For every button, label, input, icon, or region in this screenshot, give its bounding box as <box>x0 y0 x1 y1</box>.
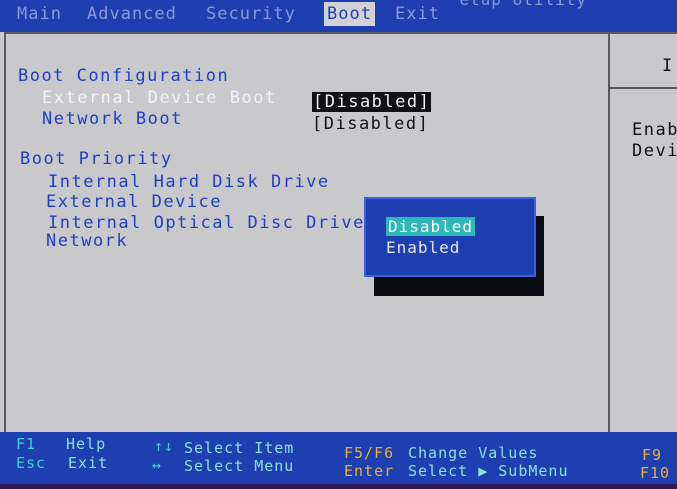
screen-bottom-edge <box>0 484 677 489</box>
help-panel-separator <box>610 87 677 89</box>
frame-left-border <box>4 32 6 432</box>
boot-priority-item[interactable]: External Device <box>46 192 222 212</box>
key-legend-bar: F1 Help Esc Exit ↑↓ Select Item ↔ Select… <box>0 432 677 489</box>
help-text-line: Enab <box>632 120 677 140</box>
setup-title: etup Utility <box>459 0 587 9</box>
up-down-arrows-icon: ↑↓ <box>154 437 175 455</box>
boot-configuration-heading: Boot Configuration <box>18 66 230 86</box>
network-boot-label[interactable]: Network Boot <box>42 109 183 129</box>
key-f5f6: F5/F6 <box>344 444 395 462</box>
key-updown-label: Select Item <box>184 439 295 457</box>
network-boot-value[interactable]: [Disabled] <box>312 114 429 134</box>
external-device-boot-value[interactable]: [Disabled] <box>312 92 432 112</box>
option-disabled[interactable]: Disabled <box>386 217 476 236</box>
boot-priority-item[interactable]: Internal Hard Disk Drive <box>48 172 330 192</box>
external-device-boot-value-text: [Disabled] <box>312 92 432 112</box>
key-esc-label: Exit <box>68 454 109 472</box>
tab-security[interactable]: Security <box>203 2 299 26</box>
help-panel-divider <box>608 32 610 432</box>
help-text-line: Devi <box>632 141 677 161</box>
main-panel: Boot Configuration External Device Boot … <box>0 32 677 432</box>
boot-priority-item[interactable]: Internal Optical Disc Drive <box>48 213 365 233</box>
key-enter: Enter <box>344 462 395 480</box>
boot-priority-heading: Boot Priority <box>20 149 173 169</box>
key-f1: F1 <box>16 435 37 453</box>
key-esc: Esc <box>16 454 47 472</box>
frame-top-border <box>4 32 677 34</box>
tab-boot[interactable]: Boot <box>324 2 375 26</box>
tab-exit[interactable]: Exit <box>392 2 443 26</box>
key-f9: F9 <box>642 446 663 464</box>
key-f1-label: Help <box>66 435 107 453</box>
tab-advanced[interactable]: Advanced <box>84 2 180 26</box>
left-right-arrows-icon: ↔ <box>152 456 163 474</box>
help-panel-title: I <box>662 56 674 76</box>
option-enabled[interactable]: Enabled <box>386 238 460 257</box>
key-f10: F10 <box>640 464 671 482</box>
key-enter-label: Select ▶ SubMenu <box>408 462 569 480</box>
menu-bar: etup Utility Main Advanced Security Boot… <box>0 0 677 32</box>
tab-main[interactable]: Main <box>14 2 65 26</box>
external-device-boot-label[interactable]: External Device Boot <box>42 88 277 108</box>
option-popup: Disabled Enabled <box>364 197 536 277</box>
boot-priority-item[interactable]: Network <box>46 231 128 251</box>
bios-screen: etup Utility Main Advanced Security Boot… <box>0 0 677 489</box>
key-leftright-label: Select Menu <box>184 457 295 475</box>
key-f5f6-label: Change Values <box>408 444 539 462</box>
